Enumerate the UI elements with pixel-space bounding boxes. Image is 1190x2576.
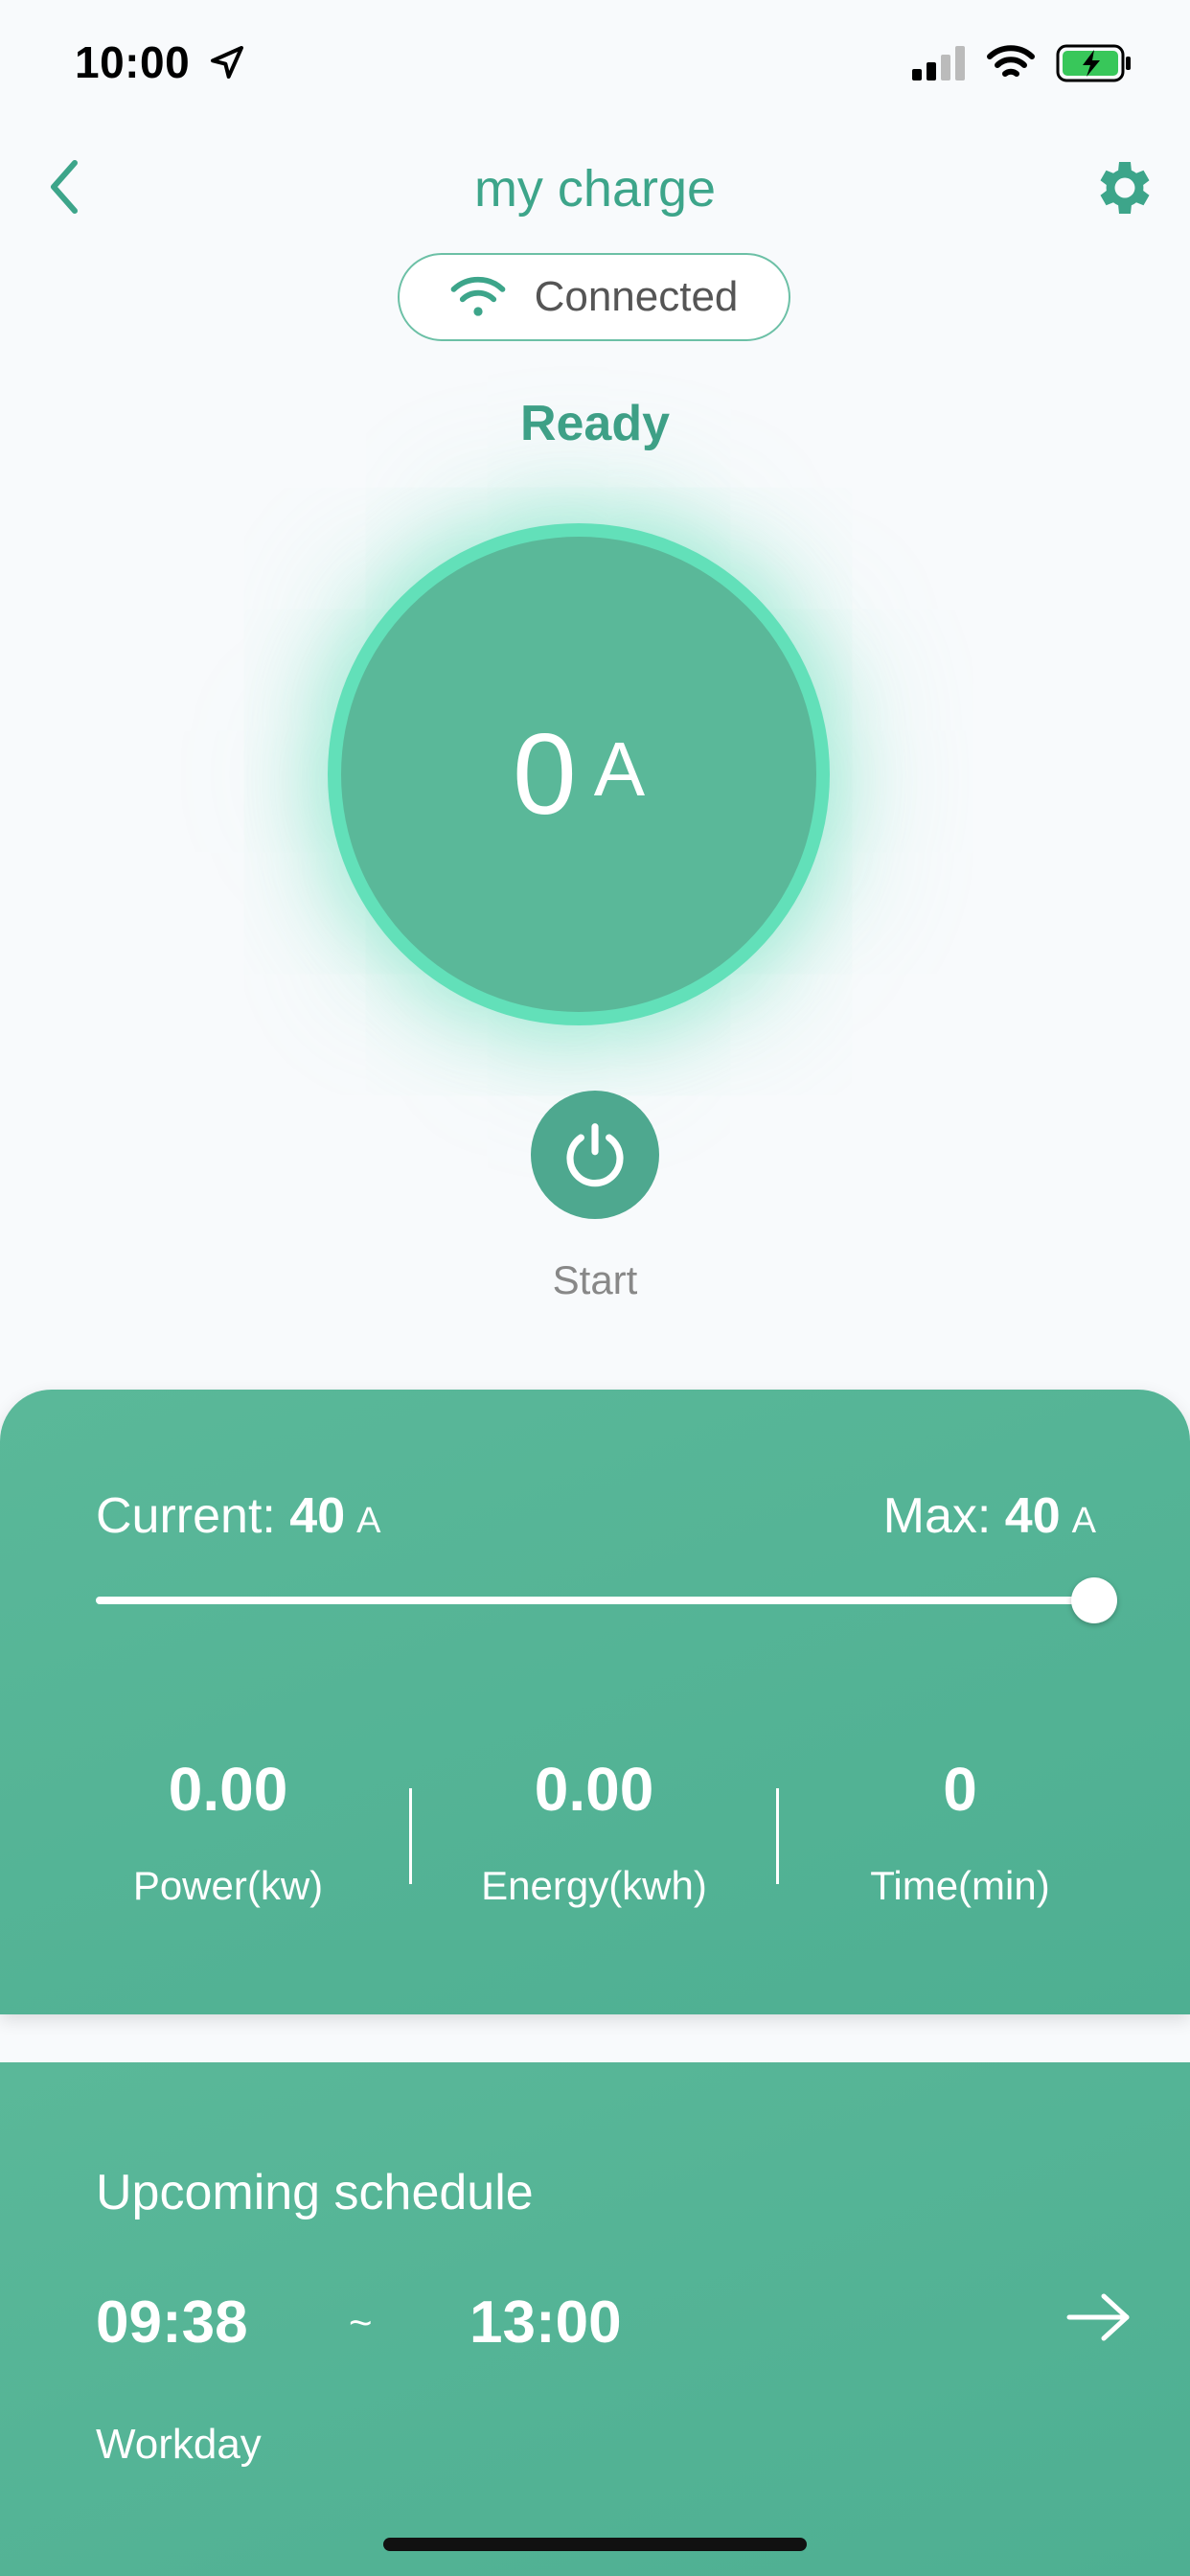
power-icon [566,1123,624,1187]
status-time: 10:00 [75,36,246,88]
current-setting-value: 40 [289,1488,346,1544]
schedule-title: Upcoming schedule [96,2165,534,2220]
max-setting-value: 40 [1004,1488,1061,1544]
status-icons [912,42,1133,84]
current-setting: Current: 40 A [96,1487,381,1545]
stat-power-label: Power(kw) [132,1863,324,1908]
settings-button[interactable] [1090,153,1159,222]
current-setting-unit: A [356,1501,381,1541]
schedule-end-time: 13:00 [469,2289,622,2356]
home-indicator[interactable] [383,2538,807,2551]
stat-energy-label: Energy(kwh) [481,1863,707,1908]
stat-energy-value: 0.00 [534,1755,654,1824]
status-time-text: 10:00 [75,37,191,87]
stat-time-label: Time(min) [870,1863,1050,1908]
max-setting-unit: A [1071,1501,1096,1541]
schedule-days: Workday [96,2421,262,2468]
connection-status-pill: Connected [398,253,790,341]
max-setting: Max: 40 A [883,1487,1096,1545]
schedule-separator: ~ [349,2300,373,2345]
charging-stats-card [0,1390,1190,2014]
stat-time-value: 0 [943,1755,977,1824]
gear-icon [1100,162,1150,214]
gauge-value: 0 [512,710,577,839]
stat-power-value: 0.00 [168,1755,288,1824]
schedule-open-button[interactable] [1065,2288,1133,2346]
stat-time: 0 Time(min) [778,1754,1142,1909]
battery-charging-icon [1056,44,1131,82]
wifi-icon [450,276,505,316]
current-label: Current: [96,1488,276,1544]
current-slider-track[interactable] [96,1597,1094,1604]
current-gauge-readout: 0 A [341,537,816,1012]
cellular-signal-icon [912,46,965,80]
charger-state: Ready [519,396,671,451]
max-label: Max: [882,1488,992,1544]
arrow-right-icon [1066,2293,1130,2341]
start-label: Start [552,1257,638,1302]
stat-power: 0.00 Power(kw) [46,1754,410,1909]
stat-energy: 0.00 Energy(kwh) [412,1754,776,1909]
page-title: my charge [473,160,717,218]
start-button[interactable] [531,1091,659,1219]
current-slider-thumb[interactable] [1071,1577,1117,1623]
gauge-unit: A [593,726,646,812]
connection-status-text: Connected [534,273,739,320]
schedule-start-time: 09:38 [96,2289,248,2356]
wifi-icon [987,45,1035,77]
location-arrow-icon [211,46,244,79]
